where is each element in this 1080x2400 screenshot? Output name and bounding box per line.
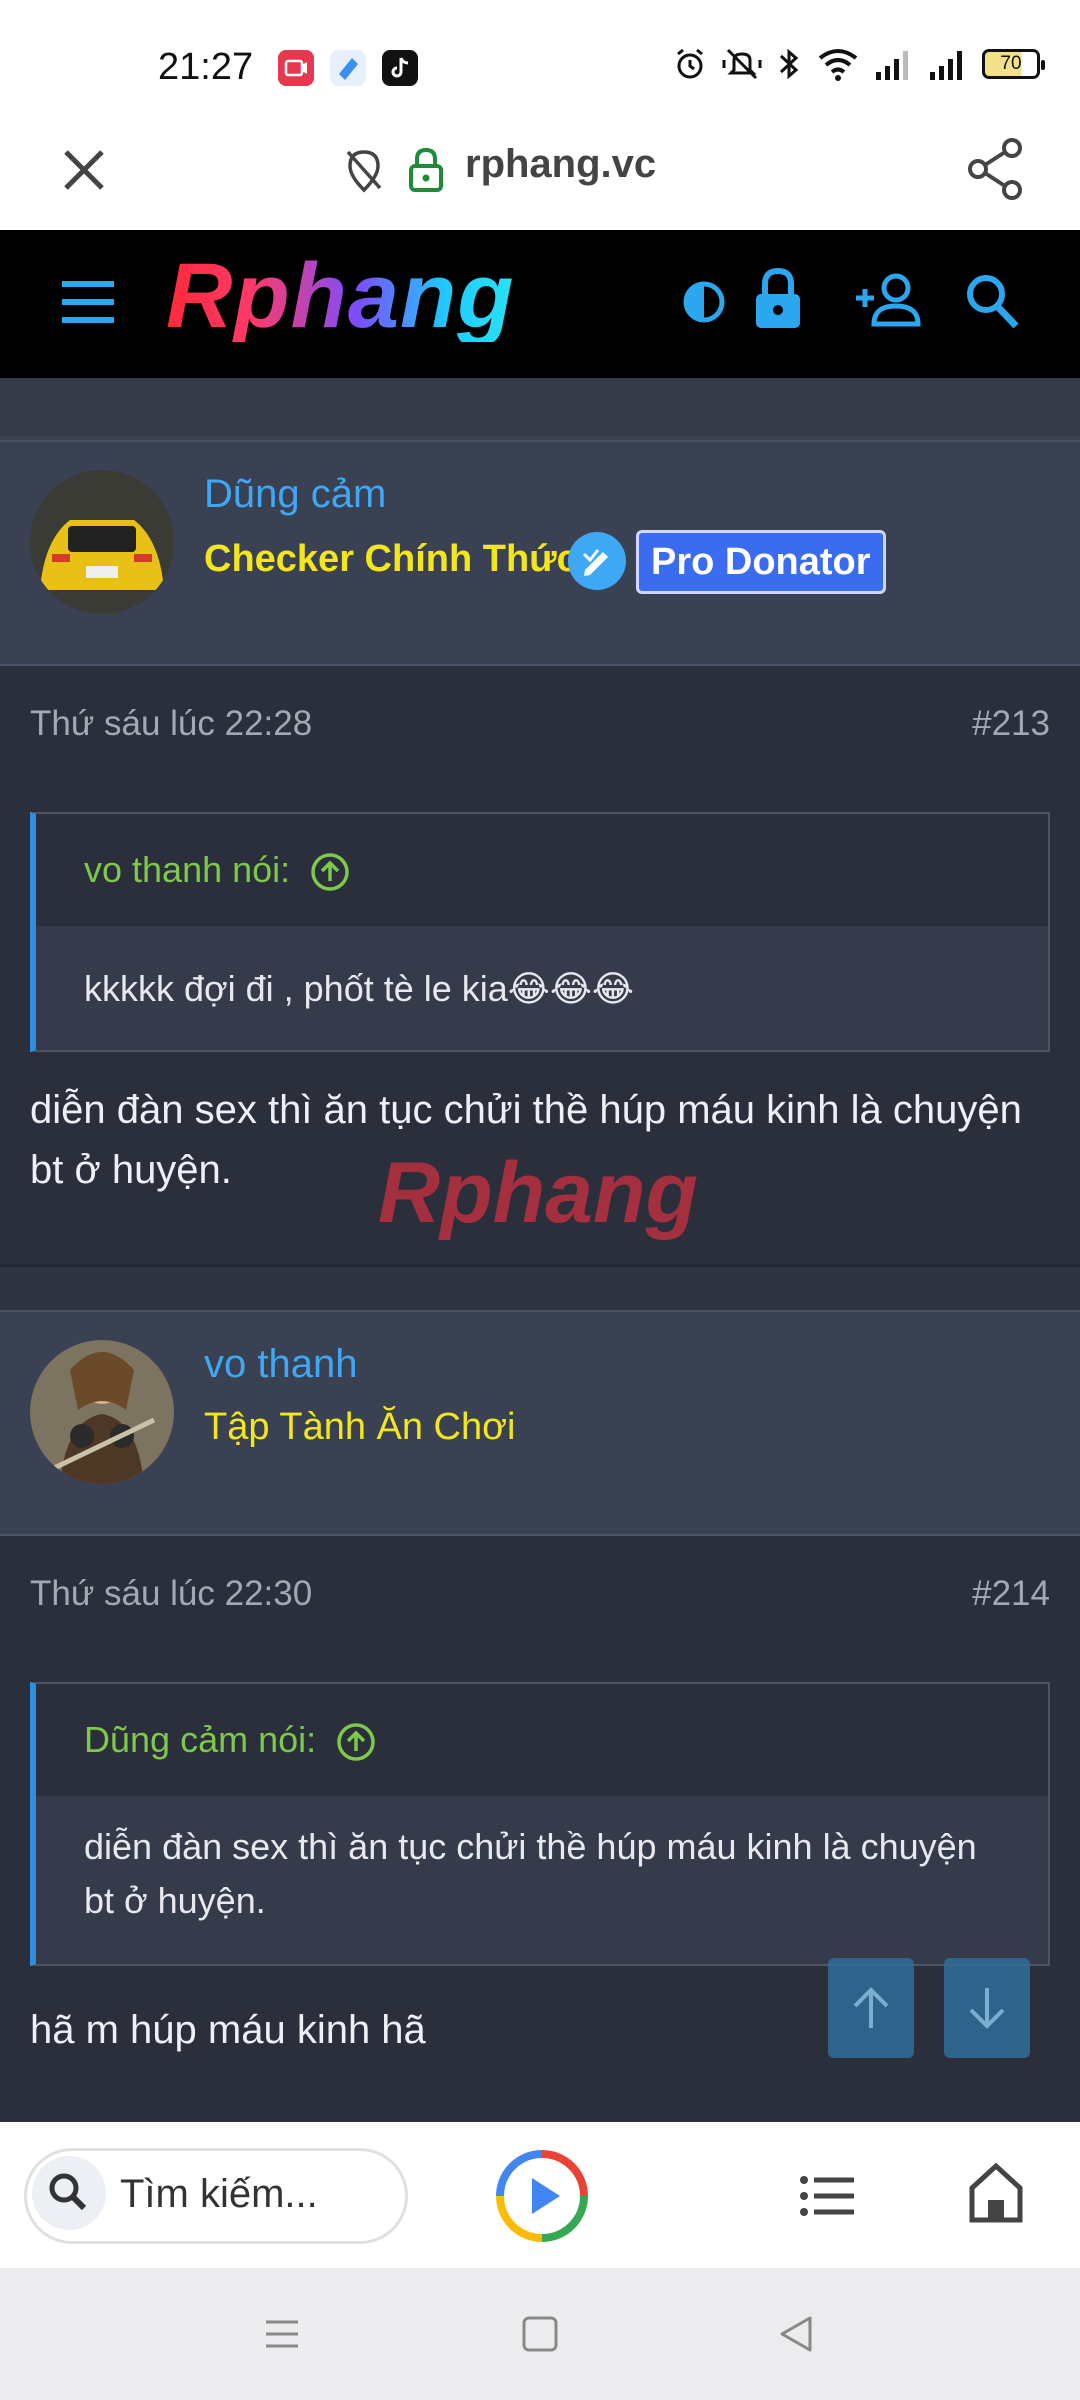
search-icon[interactable] xyxy=(964,272,1020,335)
search-placeholder[interactable]: Tìm kiếm... xyxy=(120,2172,318,2217)
go-to-quote-icon[interactable] xyxy=(336,1722,376,1762)
post-number[interactable]: #214 xyxy=(972,1574,1050,1614)
wifi-icon xyxy=(818,49,858,81)
tracking-off-icon xyxy=(342,146,386,199)
post-number[interactable]: #213 xyxy=(972,704,1050,744)
quote-author[interactable]: Dũng cảm nói: xyxy=(84,1719,316,1760)
signal-icon xyxy=(876,51,908,80)
user-title: Checker Chính Thức xyxy=(204,538,578,580)
avatar[interactable] xyxy=(30,470,174,614)
home-nav-icon[interactable] xyxy=(520,2314,560,2359)
arrow-up-icon xyxy=(853,1987,889,2028)
watermark: Rphang xyxy=(378,1145,699,1241)
quote-text: kkkkk đợi đi , phốt tè le kia😂😂😂 xyxy=(84,968,634,1009)
app-notification-icon xyxy=(330,50,366,86)
post-date[interactable]: Thứ sáu lúc 22:30 xyxy=(30,1574,312,1614)
quote-header[interactable]: vo thanh nói: xyxy=(36,814,1048,926)
media-play-icon[interactable] xyxy=(494,2148,590,2249)
share-icon[interactable] xyxy=(964,136,1028,207)
list-icon[interactable] xyxy=(798,2170,858,2227)
quote-text: diễn đàn sex thì ăn tục chửi thề húp máu… xyxy=(84,1826,977,1921)
header-spacer xyxy=(0,378,1080,440)
scroll-top-button[interactable] xyxy=(828,1958,914,2058)
post-date[interactable]: Thứ sáu lúc 22:28 xyxy=(30,704,312,744)
screen-recorder-icon xyxy=(278,50,314,86)
alarm-icon xyxy=(677,48,703,79)
status-time: 21:27 xyxy=(158,46,254,88)
menu-icon[interactable] xyxy=(58,276,118,333)
post-username[interactable]: vo thanh xyxy=(204,1342,357,1387)
search-icon xyxy=(49,2173,87,2211)
battery-indicator: 70 xyxy=(982,49,1045,79)
bluetooth-icon xyxy=(779,48,799,80)
quote-author[interactable]: vo thanh nói: xyxy=(84,849,290,890)
scroll-bottom-button[interactable] xyxy=(944,1958,1030,2058)
search-button[interactable] xyxy=(32,2156,106,2230)
login-lock-icon[interactable] xyxy=(752,266,804,337)
theme-toggle-icon[interactable] xyxy=(680,278,728,331)
pro-donator-badge: Pro Donator xyxy=(636,530,886,594)
user-title: Tập Tành Ăn Chơi xyxy=(204,1406,516,1448)
tiktok-icon xyxy=(382,50,418,86)
home-icon[interactable] xyxy=(968,2162,1024,2229)
register-icon[interactable] xyxy=(852,272,924,333)
verified-checker-icon xyxy=(568,532,626,590)
avatar[interactable] xyxy=(30,1340,174,1484)
back-nav-icon[interactable] xyxy=(776,2314,816,2359)
lock-secure-icon xyxy=(406,146,446,199)
post-separator xyxy=(0,1264,1080,1312)
mute-icon xyxy=(722,48,762,80)
quote-header[interactable]: Dũng cảm nói: xyxy=(36,1684,1048,1796)
url-text[interactable]: rphang.vc xyxy=(465,142,656,187)
go-to-quote-icon[interactable] xyxy=(310,852,350,892)
recent-apps-icon[interactable] xyxy=(262,2314,302,2359)
status-icons: 70 xyxy=(672,44,1045,84)
signal-icon xyxy=(930,51,962,80)
post-username[interactable]: Dũng cảm xyxy=(204,472,386,517)
battery-level: 70 xyxy=(1000,53,1022,74)
close-icon[interactable] xyxy=(56,142,112,203)
post-message: hã m húp máu kinh hã xyxy=(30,2008,426,2052)
quote-block: vo thanh nói: kkkkk đợi đi , phốt tè le … xyxy=(30,812,1050,1052)
site-logo[interactable]: Rphang xyxy=(166,250,514,342)
arrow-down-icon xyxy=(969,1988,1005,2029)
quote-block: Dũng cảm nói: diễn đàn sex thì ăn tục ch… xyxy=(30,1682,1050,1966)
